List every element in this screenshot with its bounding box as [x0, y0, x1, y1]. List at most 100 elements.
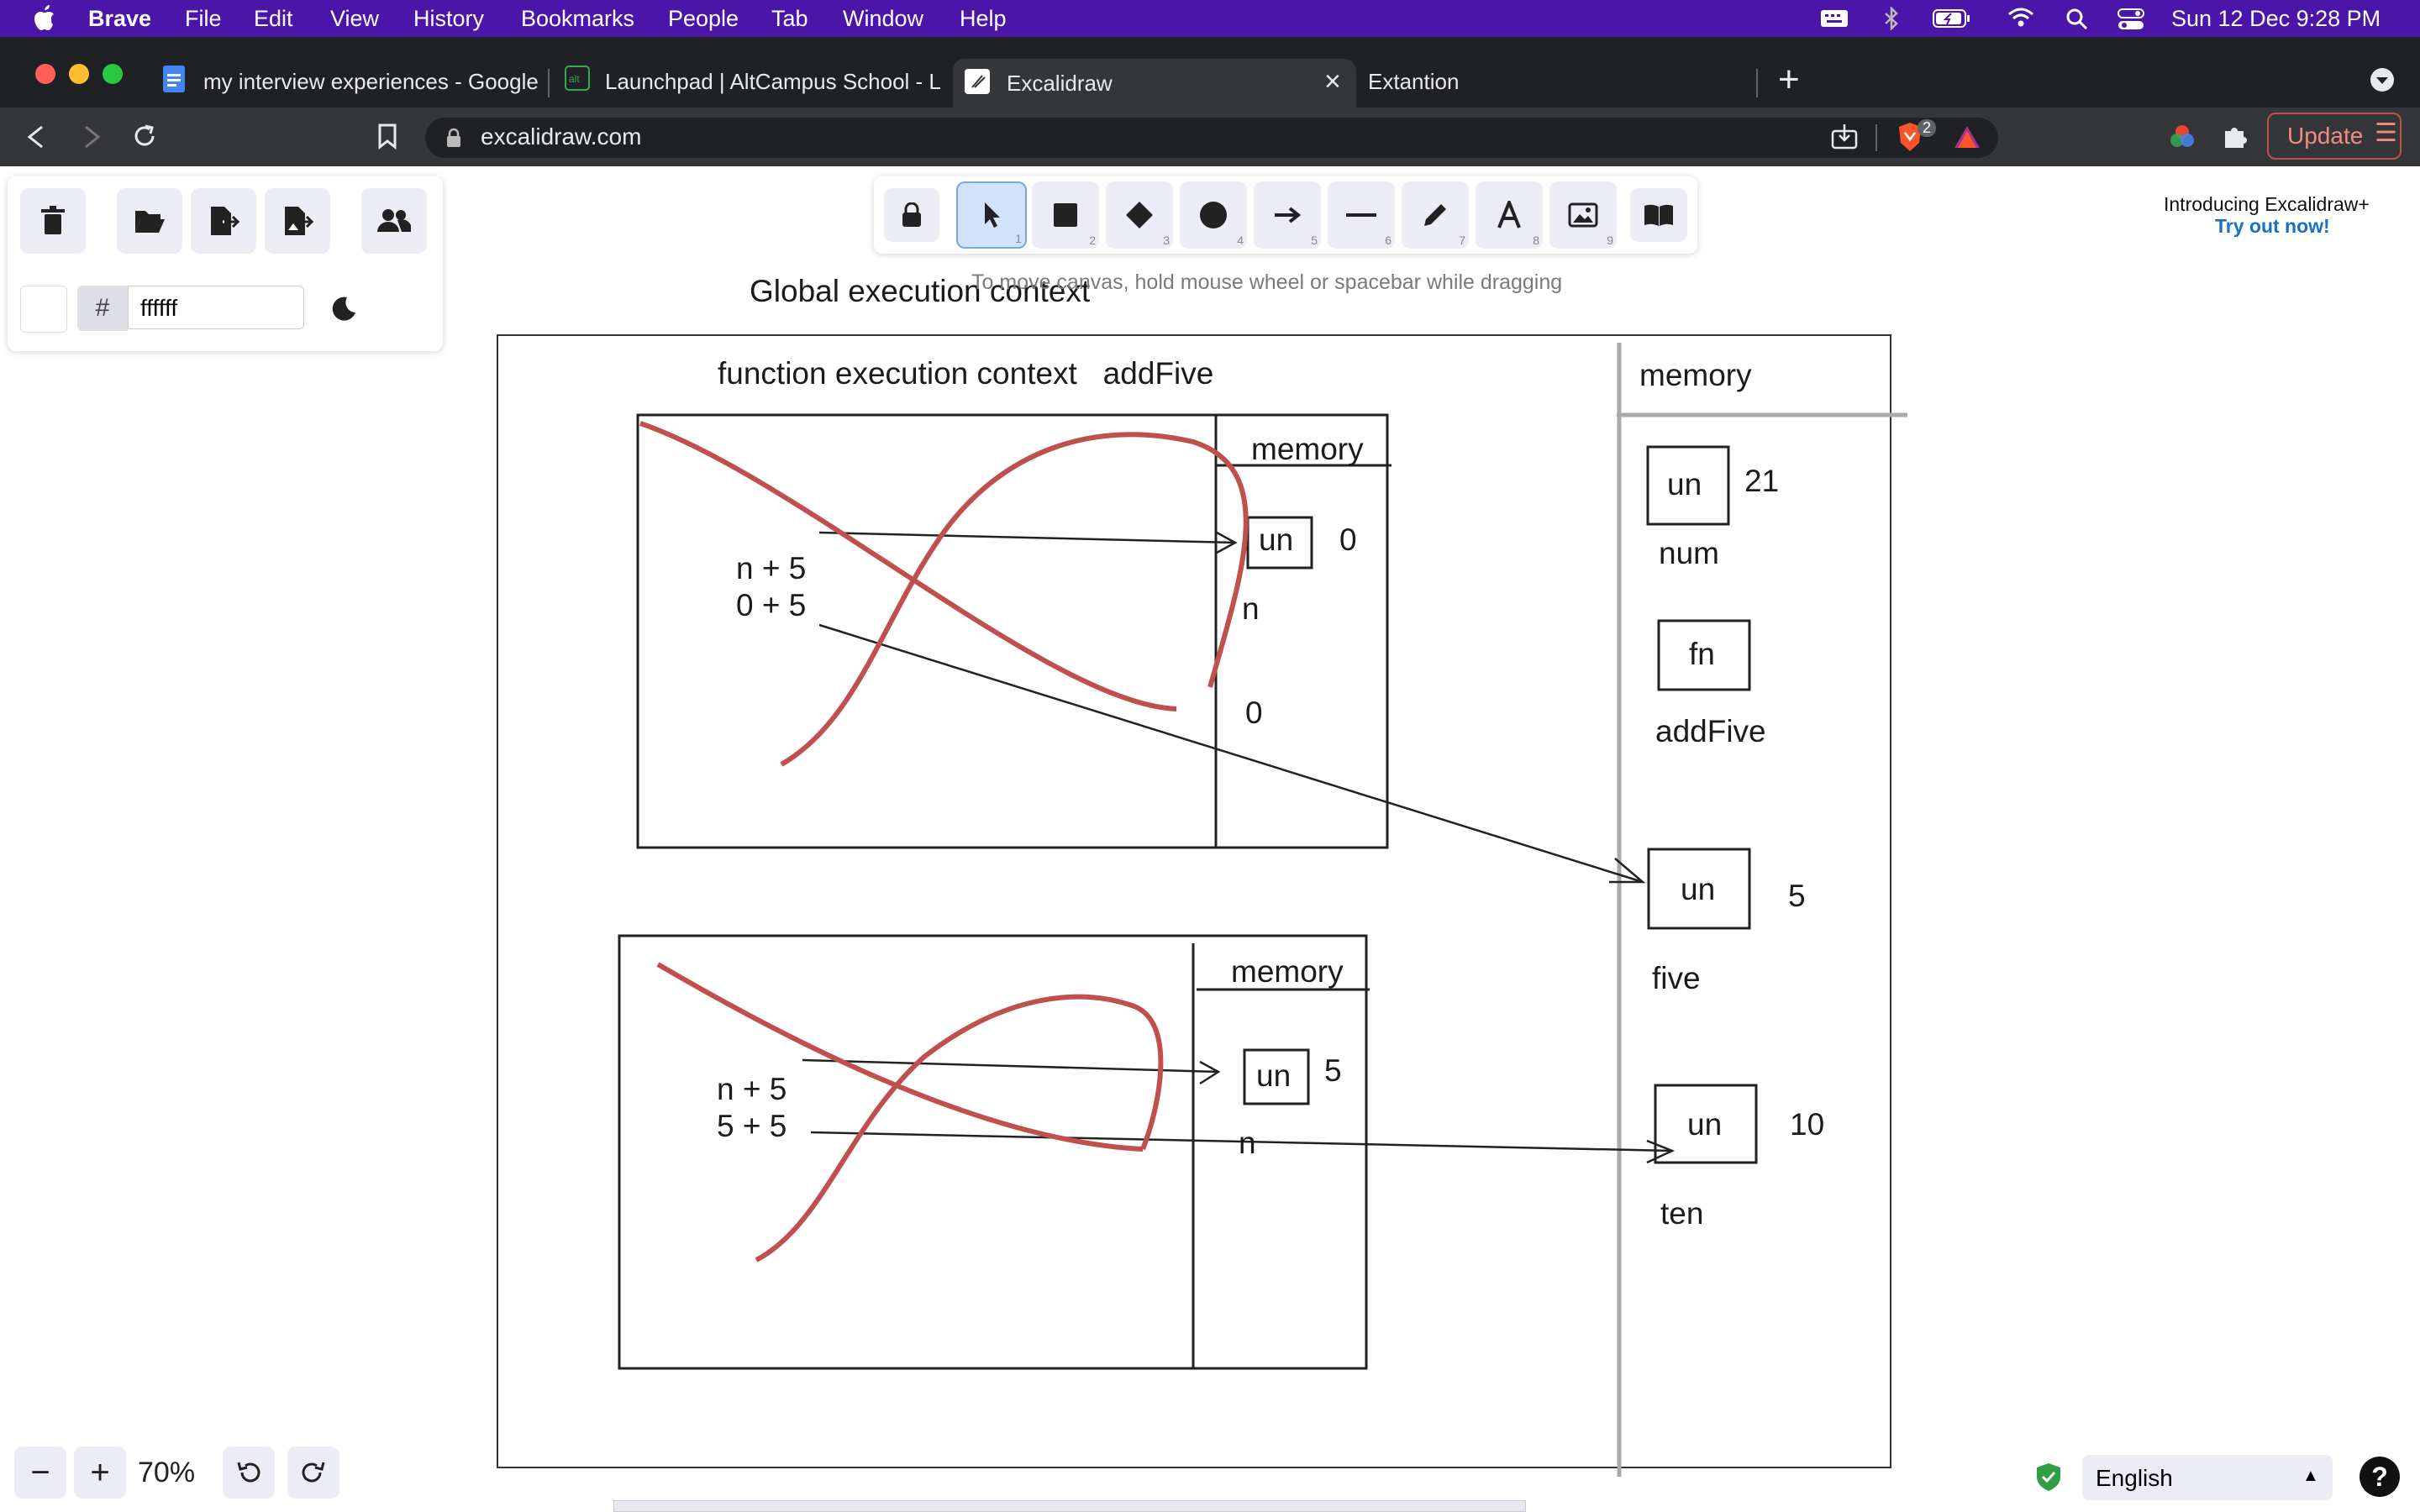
tab-search-chevron-icon[interactable] [2370, 67, 2395, 92]
tab-divider [1756, 69, 1758, 97]
tab-excalidraw-active[interactable]: Excalidraw × [953, 59, 1356, 108]
zoom-out-button[interactable]: − [14, 1446, 66, 1499]
export-image-button[interactable] [265, 188, 330, 254]
lock-tool-button[interactable] [884, 188, 939, 242]
save-file-button[interactable] [191, 188, 256, 254]
window-minimize-button[interactable] [69, 64, 89, 84]
download-install-icon[interactable] [1830, 123, 1859, 151]
global-ten-label: ten [1660, 1196, 1704, 1231]
extensions-puzzle-icon[interactable] [2222, 123, 2249, 150]
new-tab-plus-icon[interactable]: + [1778, 59, 1800, 101]
menu-people[interactable]: People [668, 6, 739, 32]
window-zoom-button[interactable] [103, 64, 123, 84]
color-wheel-extension-icon[interactable] [2168, 123, 2196, 151]
redo-button[interactable] [287, 1446, 339, 1499]
menu-edit[interactable]: Edit [254, 6, 293, 32]
ellipse-icon [1200, 202, 1227, 228]
tab-altcampus[interactable]: alt Launchpad | AltCampus School - Le [565, 59, 951, 101]
canvas-background-swatch[interactable] [20, 286, 67, 333]
bookmark-icon[interactable] [376, 123, 398, 150]
forward-arrow-icon[interactable] [81, 124, 103, 150]
clear-canvas-button[interactable] [20, 188, 86, 254]
tab-label: Extantion [1368, 69, 1460, 94]
draw-tool-button[interactable]: 7 [1402, 181, 1469, 249]
global-un-2: un [1681, 872, 1716, 906]
wifi-icon[interactable] [2007, 7, 2035, 29]
menu-bookmarks[interactable]: Bookmarks [521, 6, 634, 32]
pencil-icon [1424, 204, 1446, 226]
file-save-icon [211, 207, 239, 235]
arrow-top-n [818, 531, 1236, 544]
keyboard-icon[interactable] [1820, 9, 1849, 28]
arrow-top-to-five [818, 623, 1644, 884]
text-tool-button[interactable]: 8 [1476, 181, 1543, 249]
open-file-button[interactable] [117, 188, 182, 254]
menu-history[interactable]: History [413, 6, 484, 32]
menu-window[interactable]: Window [843, 6, 923, 32]
tab-label: Launchpad | AltCampus School - Le [605, 69, 941, 94]
control-center-icon[interactable] [2118, 8, 2144, 31]
bluetooth-icon[interactable] [1882, 7, 1901, 30]
zoom-in-button[interactable]: + [74, 1446, 126, 1499]
help-icon: ? [2371, 1462, 2388, 1492]
menu-tab[interactable]: Tab [771, 6, 808, 32]
menu-help[interactable]: Help [960, 6, 1007, 32]
folder-open-icon [135, 211, 165, 233]
excalidraw-favicon-icon [965, 69, 990, 94]
menu-file[interactable]: File [185, 6, 222, 32]
window-close-button[interactable] [35, 64, 55, 84]
url-text: excalidraw.com [481, 123, 642, 150]
tool-shortcut: 9 [1607, 234, 1613, 247]
rectangle-tool-button[interactable]: 2 [1032, 181, 1099, 249]
address-bar[interactable] [425, 118, 1998, 158]
lock-icon [447, 128, 460, 147]
encryption-shield-icon[interactable] [2035, 1462, 2062, 1492]
tab-extantion[interactable]: Extantion [1368, 59, 1754, 101]
promo-link[interactable]: Try out now! [2215, 215, 2330, 238]
battery-icon[interactable] [1933, 9, 1971, 28]
update-button[interactable]: Update ☰ [2267, 113, 2402, 160]
line-tool-button[interactable]: 6 [1328, 181, 1395, 249]
top-zero-1: 0 [1339, 522, 1357, 557]
lock-icon [902, 202, 921, 227]
global-21: 21 [1744, 464, 1780, 498]
excalidraw-canvas[interactable]: Global execution context To move canvas,… [0, 166, 2420, 1512]
altcampus-icon: alt [565, 66, 590, 91]
dark-mode-moon-icon[interactable] [329, 294, 357, 323]
tool-shortcut: 8 [1533, 234, 1539, 247]
brave-rewards-icon[interactable] [1953, 124, 1981, 150]
background-color-input[interactable]: ffffff [128, 286, 304, 329]
close-tab-icon[interactable]: × [1324, 66, 1341, 98]
zoom-level[interactable]: 70% [138, 1457, 195, 1489]
red-strike-top-1 [639, 421, 1177, 711]
reload-icon[interactable] [131, 123, 158, 150]
bottom-scrollbar[interactable] [613, 1500, 1526, 1512]
arrow-tool-button[interactable]: 5 [1254, 181, 1321, 249]
language-select[interactable]: English ▲ [2082, 1455, 2333, 1500]
apple-icon[interactable] [34, 5, 55, 30]
diamond-tool-button[interactable]: 3 [1106, 181, 1173, 249]
undo-button[interactable] [223, 1446, 275, 1499]
image-icon [1568, 202, 1598, 228]
text-a-icon [1497, 201, 1521, 228]
spotlight-search-icon[interactable] [2065, 8, 2089, 31]
menu-app-brave[interactable]: Brave [88, 6, 151, 32]
memory-box1-label: memory [1251, 432, 1364, 466]
back-arrow-icon[interactable] [25, 124, 47, 150]
ellipse-tool-button[interactable]: 4 [1180, 181, 1247, 249]
tool-shortcut: 6 [1385, 234, 1392, 247]
plus-icon: + [90, 1453, 110, 1491]
clock-datetime[interactable]: Sun 12 Dec 9:28 PM [2171, 6, 2381, 32]
tab-google-docs[interactable]: my interview experiences - Google [160, 59, 546, 101]
live-collaboration-button[interactable] [361, 188, 427, 254]
image-tool-button[interactable]: 9 [1549, 181, 1617, 249]
selection-tool-button[interactable]: 1 [956, 181, 1027, 249]
promo-title: Introducing Excalidraw+ [2164, 193, 2370, 215]
help-button[interactable]: ? [2360, 1457, 2400, 1497]
book-open-icon [1644, 204, 1673, 226]
menu-view[interactable]: View [330, 6, 379, 32]
tool-shortcut: 1 [1015, 232, 1022, 245]
top-n-label: n [1242, 591, 1260, 626]
rectangle-icon [1054, 203, 1077, 227]
library-button[interactable] [1630, 188, 1687, 242]
